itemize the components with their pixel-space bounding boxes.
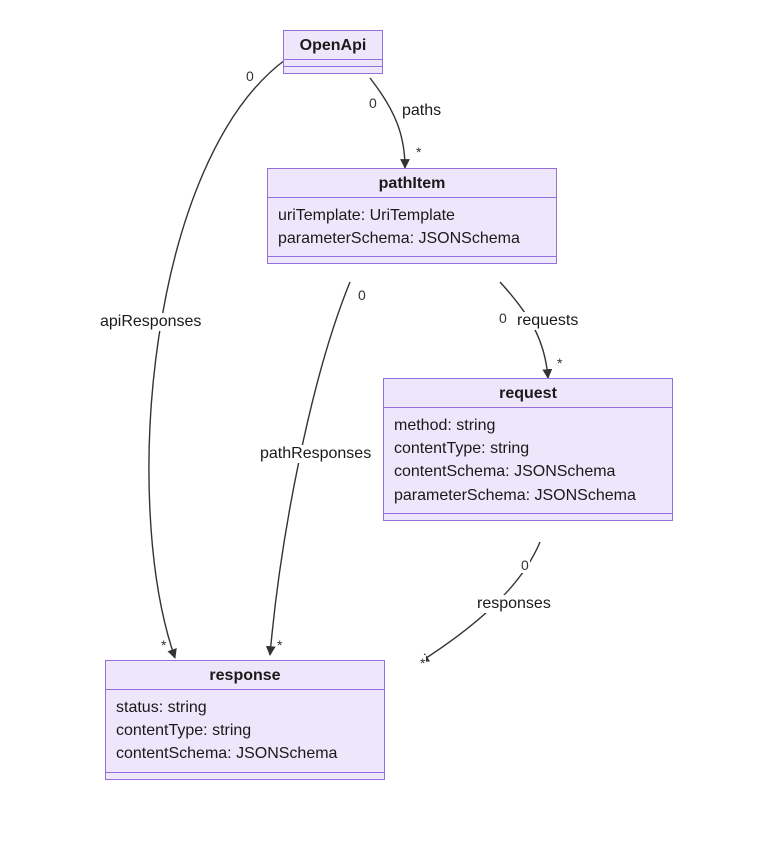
card-from-paths: 0 bbox=[368, 95, 378, 111]
class-attrs: status: string contentType: string conte… bbox=[106, 690, 384, 773]
card-to-requests: * bbox=[556, 355, 563, 371]
card-from-pathResponses: 0 bbox=[357, 287, 367, 303]
class-title: OpenApi bbox=[284, 31, 382, 60]
class-title: pathItem bbox=[268, 169, 556, 198]
attr: contentType: string bbox=[116, 719, 374, 742]
class-attrs: uriTemplate: UriTemplate parameterSchema… bbox=[268, 198, 556, 257]
edge-apiResponses bbox=[149, 60, 285, 658]
class-OpenApi: OpenApi bbox=[283, 30, 383, 74]
class-request: request method: string contentType: stri… bbox=[383, 378, 673, 521]
class-attrs: method: string contentType: string conte… bbox=[384, 408, 672, 514]
attr: contentSchema: JSONSchema bbox=[394, 460, 662, 483]
class-response: response status: string contentType: str… bbox=[105, 660, 385, 780]
card-to-paths: * bbox=[415, 144, 422, 160]
class-title: request bbox=[384, 379, 672, 408]
edge-requests bbox=[500, 282, 548, 378]
card-to-pathResponses: * bbox=[276, 637, 283, 653]
class-title: response bbox=[106, 661, 384, 690]
attr: contentSchema: JSONSchema bbox=[116, 742, 374, 765]
card-to-responses: * bbox=[419, 655, 426, 671]
class-attrs bbox=[284, 60, 382, 67]
class-ops bbox=[384, 514, 672, 520]
card-from-responses: 0 bbox=[520, 557, 530, 573]
class-ops bbox=[284, 67, 382, 73]
class-pathItem: pathItem uriTemplate: UriTemplate parame… bbox=[267, 168, 557, 264]
card-to-apiResponses: * bbox=[160, 637, 167, 653]
edge-paths bbox=[370, 78, 405, 168]
attr: parameterSchema: JSONSchema bbox=[394, 484, 662, 507]
attr: uriTemplate: UriTemplate bbox=[278, 204, 546, 227]
attr: status: string bbox=[116, 696, 374, 719]
attr: parameterSchema: JSONSchema bbox=[278, 227, 546, 250]
uml-class-diagram: OpenApi pathItem uriTemplate: UriTemplat… bbox=[0, 0, 780, 867]
edge-label-responses: responses bbox=[475, 595, 553, 613]
edge-label-pathResponses: pathResponses bbox=[258, 445, 373, 463]
class-ops bbox=[268, 257, 556, 263]
class-ops bbox=[106, 773, 384, 779]
card-from-apiResponses: 0 bbox=[245, 68, 255, 84]
attr: contentType: string bbox=[394, 437, 662, 460]
attr: method: string bbox=[394, 414, 662, 437]
card-from-requests: 0 bbox=[498, 310, 508, 326]
edge-label-apiResponses: apiResponses bbox=[98, 313, 203, 331]
edge-pathResponses bbox=[270, 282, 350, 655]
edge-label-requests: requests bbox=[515, 312, 580, 330]
edge-label-paths: paths bbox=[400, 102, 443, 120]
